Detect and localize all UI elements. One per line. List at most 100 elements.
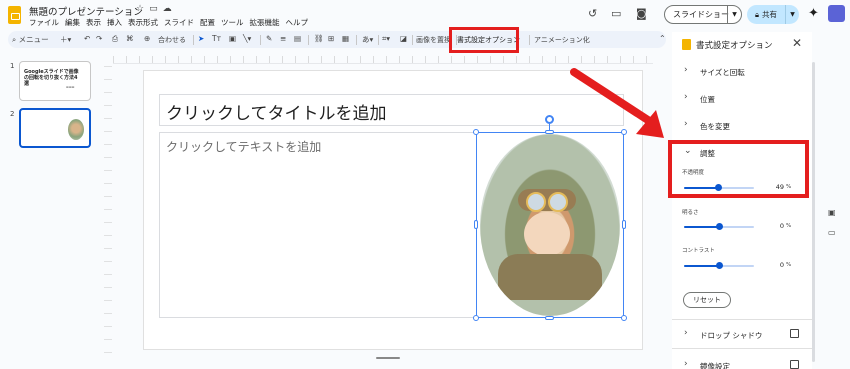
pen-icon[interactable]: ✎ — [266, 34, 272, 43]
contrast-value[interactable]: 0 — [762, 261, 784, 271]
format-options-panel: 書式設定オプション ✕ › サイズと回転 › 位置 › 色を変更 ⌄ 調整 不透… — [672, 32, 812, 369]
print-icon[interactable]: ⎙ — [112, 34, 118, 44]
textbox-icon[interactable]: Tт — [212, 34, 221, 43]
share-button[interactable]: 🔒︎ 共有 ▼ — [747, 5, 799, 24]
undo-icon[interactable]: ↶ — [84, 34, 90, 43]
folder-icon[interactable]: ▭ — [828, 228, 836, 237]
menu-search[interactable]: ⌕ メニュー — [12, 34, 49, 45]
new-slide-icon[interactable]: ＋▾ — [60, 34, 71, 45]
contrast-label: コントラスト — [682, 248, 715, 254]
speaker-notes-grip[interactable] — [376, 357, 400, 359]
menu-extensions[interactable]: 拡張機能 — [250, 17, 280, 28]
star-icon[interactable]: ☆ — [136, 4, 149, 14]
resize-handle-n[interactable] — [545, 130, 554, 134]
link-icon[interactable]: ⛓ — [314, 34, 324, 43]
replace-image-button[interactable]: 画像を置換 — [416, 35, 451, 45]
chevron-right-icon: › — [684, 65, 688, 75]
border-weight-icon[interactable]: ≡ — [280, 34, 286, 43]
resize-handle-sw[interactable] — [473, 315, 479, 321]
line-icon[interactable]: ╲▾ — [243, 34, 251, 43]
search-icon: ⌕ — [12, 35, 17, 44]
alt-text-icon[interactable]: ▦ — [342, 34, 349, 43]
resize-handle-nw[interactable] — [473, 129, 479, 135]
section-label: 鏡像設定 — [700, 362, 730, 369]
image-icon[interactable]: ▣ — [828, 208, 836, 217]
cloud-status-icon[interactable]: ☁ — [163, 4, 177, 14]
thumbnail-image — [68, 119, 84, 140]
format-panel-icon — [682, 39, 691, 50]
section-drop-shadow[interactable]: › ドロップ シャドウ — [672, 327, 812, 343]
document-title[interactable]: 無題のプレゼンテーション — [29, 4, 143, 18]
section-position[interactable]: › 位置 — [672, 91, 812, 107]
panel-scrollbar[interactable] — [812, 62, 815, 362]
chevron-down-icon[interactable]: ▼ — [727, 6, 741, 23]
zoom-select[interactable]: 合わせる — [158, 35, 186, 45]
camera-icon[interactable]: ◙ — [636, 7, 647, 20]
toolbar-divider — [412, 35, 413, 45]
paint-format-icon[interactable]: ⌘ — [126, 34, 134, 43]
slider-knob[interactable] — [716, 262, 723, 269]
menu-edit[interactable]: 編集 — [65, 17, 80, 28]
menu-help[interactable]: ヘルプ — [286, 17, 309, 28]
collapse-toolbar-icon[interactable]: ⌃ — [659, 34, 666, 43]
lock-icon: 🔒︎ — [755, 9, 759, 19]
close-icon[interactable]: ✕ — [792, 36, 802, 50]
brightness-unit: % — [786, 223, 792, 229]
add-comment-icon[interactable]: ⊞ — [328, 34, 334, 43]
brightness-value[interactable]: 0 — [762, 222, 784, 232]
slides-logo-icon[interactable] — [8, 6, 21, 24]
text-style-icon[interactable]: あ▾ — [362, 34, 373, 45]
menu-format[interactable]: 表示形式 — [128, 17, 158, 28]
toolbar-divider — [378, 35, 379, 45]
border-dash-icon[interactable]: ▤ — [294, 34, 301, 43]
section-label: ドロップ シャドウ — [700, 331, 763, 340]
title-placeholder[interactable]: クリックしてタイトルを追加 — [159, 94, 624, 126]
thumbnail-subtitle: ▬▬▬ — [66, 85, 75, 89]
crop-icon[interactable]: ⌗▾ — [382, 34, 390, 44]
gemini-sparkle-icon[interactable]: ✦ — [808, 6, 819, 21]
menu-arrange[interactable]: 配置 — [200, 17, 215, 28]
chevron-right-icon: › — [684, 328, 688, 338]
zoom-icon[interactable]: ⊕ — [144, 34, 150, 43]
resize-handle-e[interactable] — [622, 220, 626, 229]
section-label: 色を変更 — [700, 122, 730, 131]
chevron-right-icon: › — [684, 119, 688, 129]
select-cursor-icon[interactable]: ➤ — [198, 34, 204, 43]
brightness-slider[interactable] — [684, 223, 754, 230]
slider-fill — [684, 226, 719, 228]
comment-icon[interactable]: ▭ — [611, 7, 621, 20]
resize-handle-s[interactable] — [545, 316, 554, 320]
menu-view[interactable]: 表示 — [86, 17, 101, 28]
rotate-handle[interactable] — [545, 115, 554, 124]
menu-search-label: メニュー — [18, 35, 49, 44]
resize-handle-se[interactable] — [621, 315, 627, 321]
section-recolor[interactable]: › 色を変更 — [672, 118, 812, 134]
menu-insert[interactable]: 挿入 — [107, 17, 122, 28]
animate-button[interactable]: アニメーション化 — [534, 35, 590, 45]
slide-thumbnail-2[interactable] — [19, 108, 91, 148]
slider-knob[interactable] — [716, 223, 723, 230]
section-size-rotation[interactable]: › サイズと回転 — [672, 64, 812, 80]
section-label: 位置 — [700, 95, 715, 104]
image-insert-icon[interactable]: ▣ — [229, 34, 236, 43]
menu-file[interactable]: ファイル — [29, 17, 59, 28]
history-icon[interactable]: ↺ — [588, 7, 597, 20]
avatar[interactable] — [828, 5, 845, 22]
chevron-down-icon[interactable]: ▼ — [785, 5, 799, 24]
redo-icon[interactable]: ↷ — [96, 34, 102, 43]
menu-slide[interactable]: スライド — [164, 17, 194, 28]
slideshow-button[interactable]: スライドショー ▼ — [664, 5, 742, 24]
reflection-checkbox[interactable] — [790, 360, 799, 369]
reset-button[interactable]: リセット — [683, 292, 731, 308]
app-header: 無題のプレゼンテーション ☆▭☁ ファイル 編集 表示 挿入 表示形式 スライド… — [0, 0, 850, 30]
selection-box[interactable] — [476, 132, 624, 318]
format-options-highlight — [449, 27, 519, 53]
drop-shadow-checkbox[interactable] — [790, 329, 799, 338]
mask-icon[interactable]: ◪ — [400, 34, 407, 43]
move-folder-icon[interactable]: ▭ — [149, 4, 163, 14]
resize-handle-w[interactable] — [474, 220, 478, 229]
contrast-slider[interactable] — [684, 262, 754, 269]
slide-thumbnail-1[interactable]: Googleスライドで画像の回転を切り抜く方法4選 ▬▬▬ — [19, 61, 91, 101]
menu-tools[interactable]: ツール — [221, 17, 244, 28]
section-reflection[interactable]: › 鏡像設定 — [672, 358, 812, 369]
